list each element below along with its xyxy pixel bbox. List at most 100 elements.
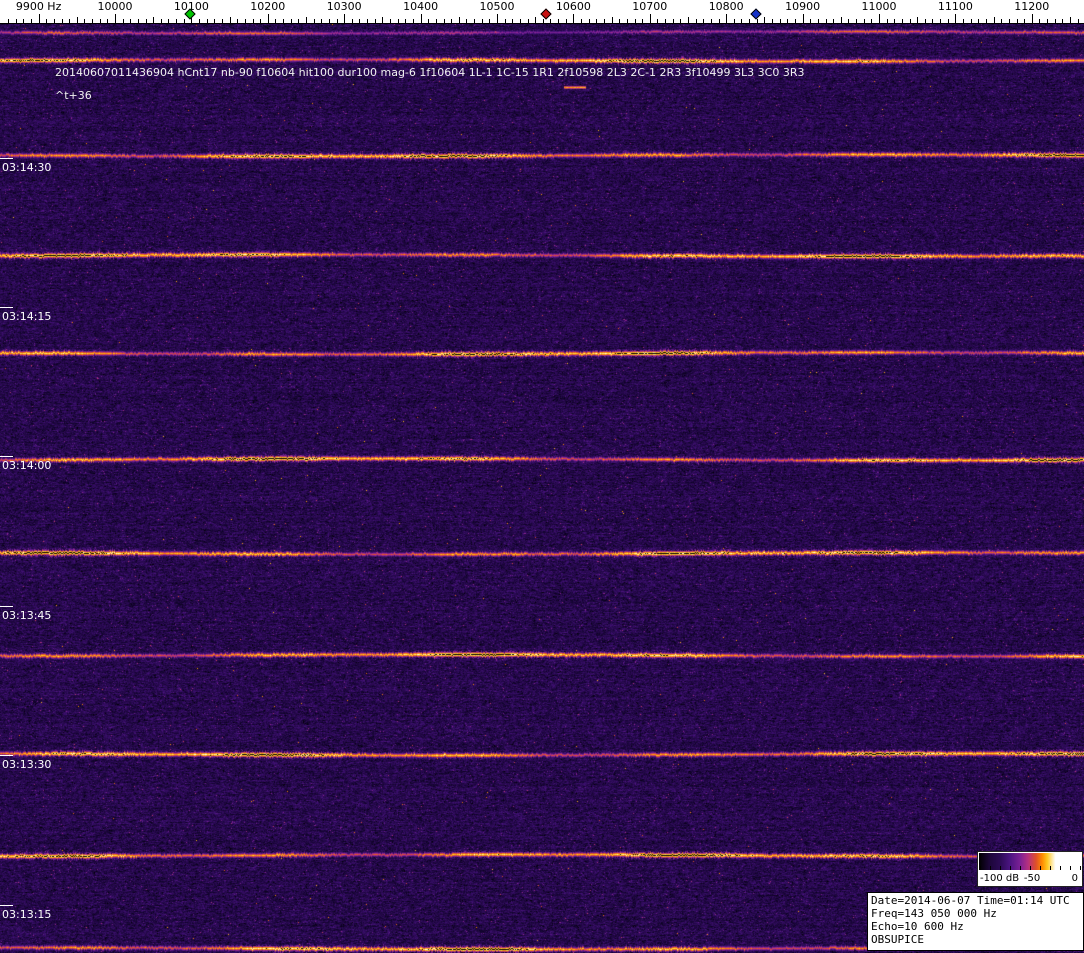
frequency-tick xyxy=(550,19,552,23)
frequency-tick xyxy=(779,19,781,23)
colorbar-max-label: 0 xyxy=(1071,873,1078,884)
time-tick xyxy=(0,905,13,906)
frequency-tick xyxy=(122,19,124,23)
frequency-tick xyxy=(298,19,300,23)
frequency-tick xyxy=(603,19,605,23)
frequency-tick xyxy=(405,19,407,23)
frequency-label: 10400 xyxy=(403,0,439,13)
colorbar-tick xyxy=(1020,866,1021,870)
frequency-tick xyxy=(115,14,116,23)
info-echo: Echo=10 600 Hz xyxy=(871,920,964,933)
frequency-tick xyxy=(863,19,865,23)
time-label: 03:13:30 xyxy=(2,758,52,771)
frequency-tick xyxy=(107,19,109,23)
frequency-tick xyxy=(848,19,850,23)
spectrum-analyzer-window: 9900 Hz 10000 10100 10200 10300 10400 10500 106… xyxy=(0,0,1084,953)
frequency-tick xyxy=(176,19,178,23)
frequency-tick xyxy=(76,17,78,23)
time-label: 03:14:00 xyxy=(2,459,52,472)
frequency-tick xyxy=(573,14,575,23)
frequency-tick xyxy=(458,17,460,23)
waterfall-spectrogram[interactable] xyxy=(0,24,1084,953)
frequency-tick xyxy=(8,19,10,23)
frequency-tick xyxy=(726,14,728,23)
frequency-tick xyxy=(481,19,483,23)
frequency-tick xyxy=(787,19,789,23)
frequency-tick xyxy=(252,19,254,23)
frequency-tick xyxy=(244,19,246,23)
red-marker-diamond-icon[interactable] xyxy=(539,8,552,20)
frequency-tick xyxy=(642,19,644,23)
frequency-tick xyxy=(947,19,949,23)
frequency-tick xyxy=(267,14,269,23)
frequency-tick xyxy=(1016,19,1018,23)
frequency-tick xyxy=(932,19,934,23)
time-label: 03:14:15 xyxy=(2,310,52,323)
colorbar-tick xyxy=(980,866,982,870)
frequency-tick xyxy=(825,19,827,23)
frequency-tick xyxy=(1024,19,1026,23)
frequency-tick xyxy=(963,19,965,23)
frequency-label: 11100 xyxy=(937,0,973,13)
frequency-tick xyxy=(474,19,476,23)
frequency-tick xyxy=(565,19,567,23)
frequency-tick xyxy=(420,14,422,23)
frequency-tick xyxy=(137,19,139,23)
time-offset-annotation: ^t+36 xyxy=(55,89,92,102)
frequency-tick xyxy=(160,19,162,23)
frequency-tick xyxy=(489,19,491,23)
frequency-tick xyxy=(672,19,674,23)
time-label: 03:13:15 xyxy=(2,908,52,921)
frequency-tick xyxy=(504,19,506,23)
frequency-tick xyxy=(756,19,758,23)
frequency-tick xyxy=(283,19,285,23)
frequency-label: 10300 xyxy=(326,0,362,13)
blue-marker-diamond-icon[interactable] xyxy=(750,8,762,20)
colorbar-tick xyxy=(1039,866,1041,870)
frequency-tick xyxy=(542,19,544,23)
frequency-tick xyxy=(940,19,942,23)
frequency-tick xyxy=(817,19,819,23)
frequency-tick xyxy=(451,19,453,23)
time-tick xyxy=(0,456,13,457)
time-label: 03:13:45 xyxy=(2,609,52,622)
frequency-tick xyxy=(397,19,399,23)
frequency-tick xyxy=(145,19,147,23)
frequency-tick xyxy=(512,19,514,23)
frequency-tick xyxy=(1077,19,1079,23)
frequency-tick xyxy=(382,17,384,23)
frequency-tick xyxy=(833,19,835,23)
colorbar-tick xyxy=(1079,866,1081,870)
status-info-box: Date=2014-06-07 Time=01:14 UTC Freq=143 … xyxy=(867,892,1084,951)
frequency-tick xyxy=(535,17,537,23)
frequency-tick xyxy=(443,19,445,23)
info-frequency: Freq=143 050 000 Hz xyxy=(871,907,997,920)
colorbar-tick xyxy=(1069,866,1071,870)
frequency-tick xyxy=(412,19,414,23)
frequency-tick xyxy=(46,19,48,23)
colorbar-min-label: -100 dB xyxy=(980,873,1020,884)
frequency-tick xyxy=(1047,19,1049,23)
frequency-tick xyxy=(130,19,132,23)
frequency-tick xyxy=(1070,17,1071,23)
frequency-tick xyxy=(856,19,858,23)
frequency-tick xyxy=(84,19,86,23)
frequency-axis: 9900 Hz 10000 10100 10200 10300 10400 10500 106… xyxy=(0,0,1084,24)
frequency-tick xyxy=(527,19,529,23)
colorbar: -100 dB -50 0 xyxy=(977,851,1083,887)
frequency-label: 11000 xyxy=(861,0,897,13)
frequency-tick xyxy=(649,14,651,23)
frequency-label: 10800 xyxy=(708,0,744,13)
frequency-tick xyxy=(749,19,751,23)
frequency-tick xyxy=(955,14,957,23)
frequency-tick xyxy=(260,19,262,23)
frequency-tick xyxy=(840,17,842,23)
frequency-tick xyxy=(99,19,101,23)
frequency-tick xyxy=(497,14,498,23)
frequency-label: 10700 xyxy=(632,0,668,13)
frequency-tick xyxy=(30,19,32,23)
time-tick xyxy=(0,606,13,607)
frequency-tick xyxy=(970,19,972,23)
frequency-tick xyxy=(69,19,71,23)
frequency-tick xyxy=(588,19,590,23)
